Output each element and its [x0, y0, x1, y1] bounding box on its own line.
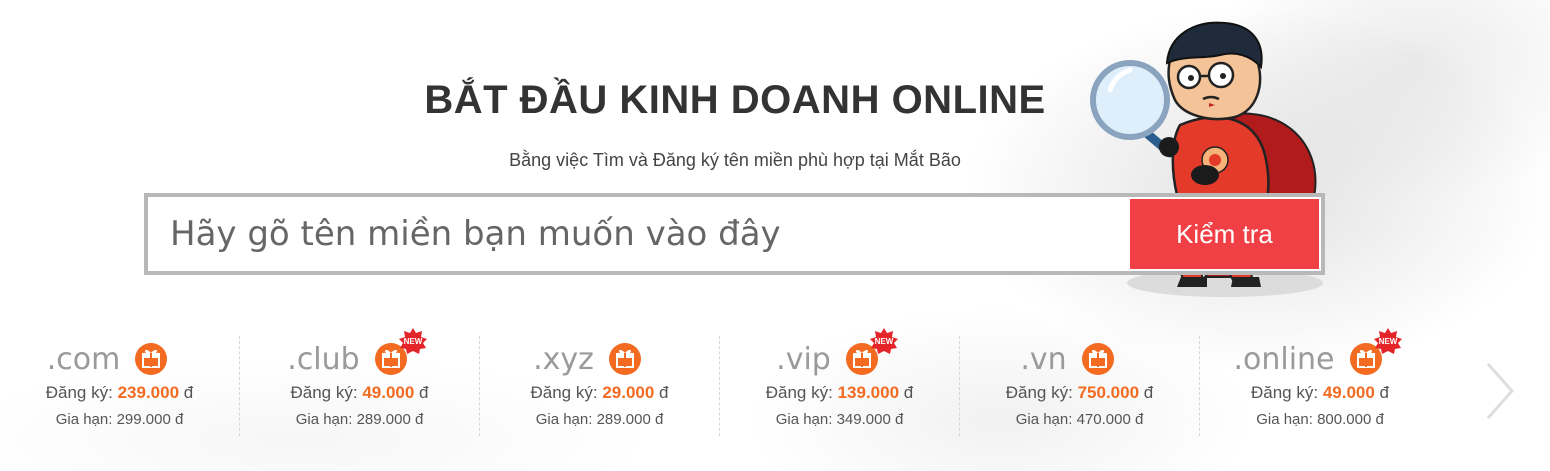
- register-amount: 139.000: [837, 383, 900, 402]
- new-badge-icon: NEW: [398, 328, 427, 354]
- register-currency: đ: [659, 383, 669, 402]
- domain-search-form: Kiểm tra: [144, 193, 1325, 275]
- register-currency: đ: [1379, 383, 1390, 402]
- gift-wrap: [134, 342, 168, 376]
- renew-amount: 470.000 đ: [1076, 411, 1144, 428]
- gift-wrap: NEW: [1349, 328, 1402, 376]
- check-domain-button[interactable]: Kiểm tra: [1130, 199, 1319, 269]
- domain-name: .vip: [776, 341, 831, 377]
- svg-text:NEW: NEW: [403, 337, 422, 346]
- register-label: Đăng ký:: [1005, 383, 1073, 402]
- hero-subtitle: Bằng việc Tìm và Đăng ký tên miền phù hợ…: [509, 150, 961, 170]
- gift-wrap: NEW: [845, 328, 898, 376]
- register-label: Đăng ký:: [290, 383, 358, 402]
- new-badge-icon: NEW: [869, 328, 898, 354]
- register-label: Đăng ký:: [45, 383, 113, 402]
- chevron-right-icon[interactable]: [1482, 360, 1518, 422]
- domain-name: .xyz: [533, 341, 594, 377]
- register-amount: 29.000: [602, 383, 655, 402]
- domain-price-list: .com Đăng ký: 239.000 đ Gia hạn: 299.000…: [0, 328, 1440, 436]
- gift-icon: [1081, 343, 1114, 375]
- renew-price: Gia hạn: 299.000 đ: [0, 411, 239, 428]
- domain-item-club[interactable]: .club NEW Đăng ký: 49.000 đ Gia hạn: 289…: [240, 328, 480, 436]
- domain-search-input[interactable]: [148, 197, 1130, 271]
- domain-item-xyz[interactable]: .xyz Đăng ký: 29.000 đ Gia hạn: 289.000 …: [480, 336, 720, 436]
- renew-amount: 800.000 đ: [1317, 411, 1384, 428]
- domain-head: .com: [0, 336, 239, 382]
- renew-price: Gia hạn: 800.000 đ: [1200, 411, 1440, 428]
- renew-label: Gia hạn:: [775, 411, 833, 428]
- renew-amount: 299.000 đ: [116, 411, 184, 428]
- domain-name: .club: [287, 341, 360, 377]
- register-price: Đăng ký: 139.000 đ: [720, 383, 959, 403]
- register-currency: đ: [903, 383, 914, 402]
- register-label: Đăng ký:: [765, 383, 833, 402]
- gift-wrap: [1081, 342, 1115, 376]
- renew-price: Gia hạn: 349.000 đ: [720, 411, 959, 428]
- svg-text:NEW: NEW: [1378, 337, 1397, 346]
- register-label: Đăng ký:: [530, 383, 598, 402]
- svg-text:NEW: NEW: [874, 337, 893, 346]
- domain-head: .vip NEW: [696, 328, 959, 382]
- register-currency: đ: [419, 383, 429, 402]
- renew-amount: 289.000 đ: [356, 411, 424, 428]
- renew-label: Gia hạn:: [1015, 411, 1073, 428]
- gift-wrap: NEW: [374, 328, 427, 376]
- domain-item-online[interactable]: .online NEW Đăng ký: 49.000 đ Gia hạn: 8…: [1200, 328, 1440, 436]
- register-label: Đăng ký:: [1250, 383, 1319, 402]
- renew-price: Gia hạn: 289.000 đ: [480, 411, 719, 428]
- register-amount: 239.000: [117, 383, 180, 402]
- register-price: Đăng ký: 49.000 đ: [1200, 383, 1440, 403]
- hero-title: BẮT ĐẦU KINH DOANH ONLINE: [424, 78, 1046, 122]
- register-amount: 49.000: [362, 383, 415, 402]
- renew-amount: 289.000 đ: [596, 411, 664, 428]
- renew-label: Gia hạn:: [55, 411, 113, 428]
- renew-price: Gia hạn: 470.000 đ: [960, 411, 1199, 428]
- domain-item-vip[interactable]: .vip NEW Đăng ký: 139.000 đ Gia hạn: 349…: [720, 328, 960, 436]
- domain-name: .com: [46, 341, 121, 377]
- register-price: Đăng ký: 750.000 đ: [960, 383, 1199, 403]
- gift-icon: [608, 343, 641, 375]
- renew-label: Gia hạn:: [295, 411, 353, 428]
- domain-item-vn[interactable]: .vn Đăng ký: 750.000 đ Gia hạn: 470.000 …: [960, 336, 1200, 436]
- register-currency: đ: [183, 383, 194, 402]
- register-price: Đăng ký: 29.000 đ: [480, 383, 719, 403]
- domain-name: .vn: [1020, 341, 1067, 377]
- domain-head: .vn: [936, 336, 1199, 382]
- domain-item-com[interactable]: .com Đăng ký: 239.000 đ Gia hạn: 299.000…: [0, 336, 240, 436]
- register-price: Đăng ký: 49.000 đ: [240, 383, 479, 403]
- gift-icon: [135, 343, 168, 375]
- renew-label: Gia hạn:: [1256, 411, 1313, 428]
- register-price: Đăng ký: 239.000 đ: [0, 383, 239, 403]
- domain-head: .online NEW: [1176, 328, 1440, 382]
- new-badge-icon: NEW: [1373, 328, 1402, 354]
- renew-amount: 349.000 đ: [836, 411, 904, 428]
- register-amount: 49.000: [1322, 383, 1375, 402]
- renew-price: Gia hạn: 289.000 đ: [240, 411, 479, 428]
- domain-name: .online: [1233, 341, 1335, 377]
- register-currency: đ: [1143, 383, 1154, 402]
- domain-head: .xyz: [456, 336, 719, 382]
- gift-wrap: [608, 342, 642, 376]
- register-amount: 750.000: [1077, 383, 1140, 402]
- domain-head: .club NEW: [216, 328, 479, 382]
- renew-label: Gia hạn:: [535, 411, 593, 428]
